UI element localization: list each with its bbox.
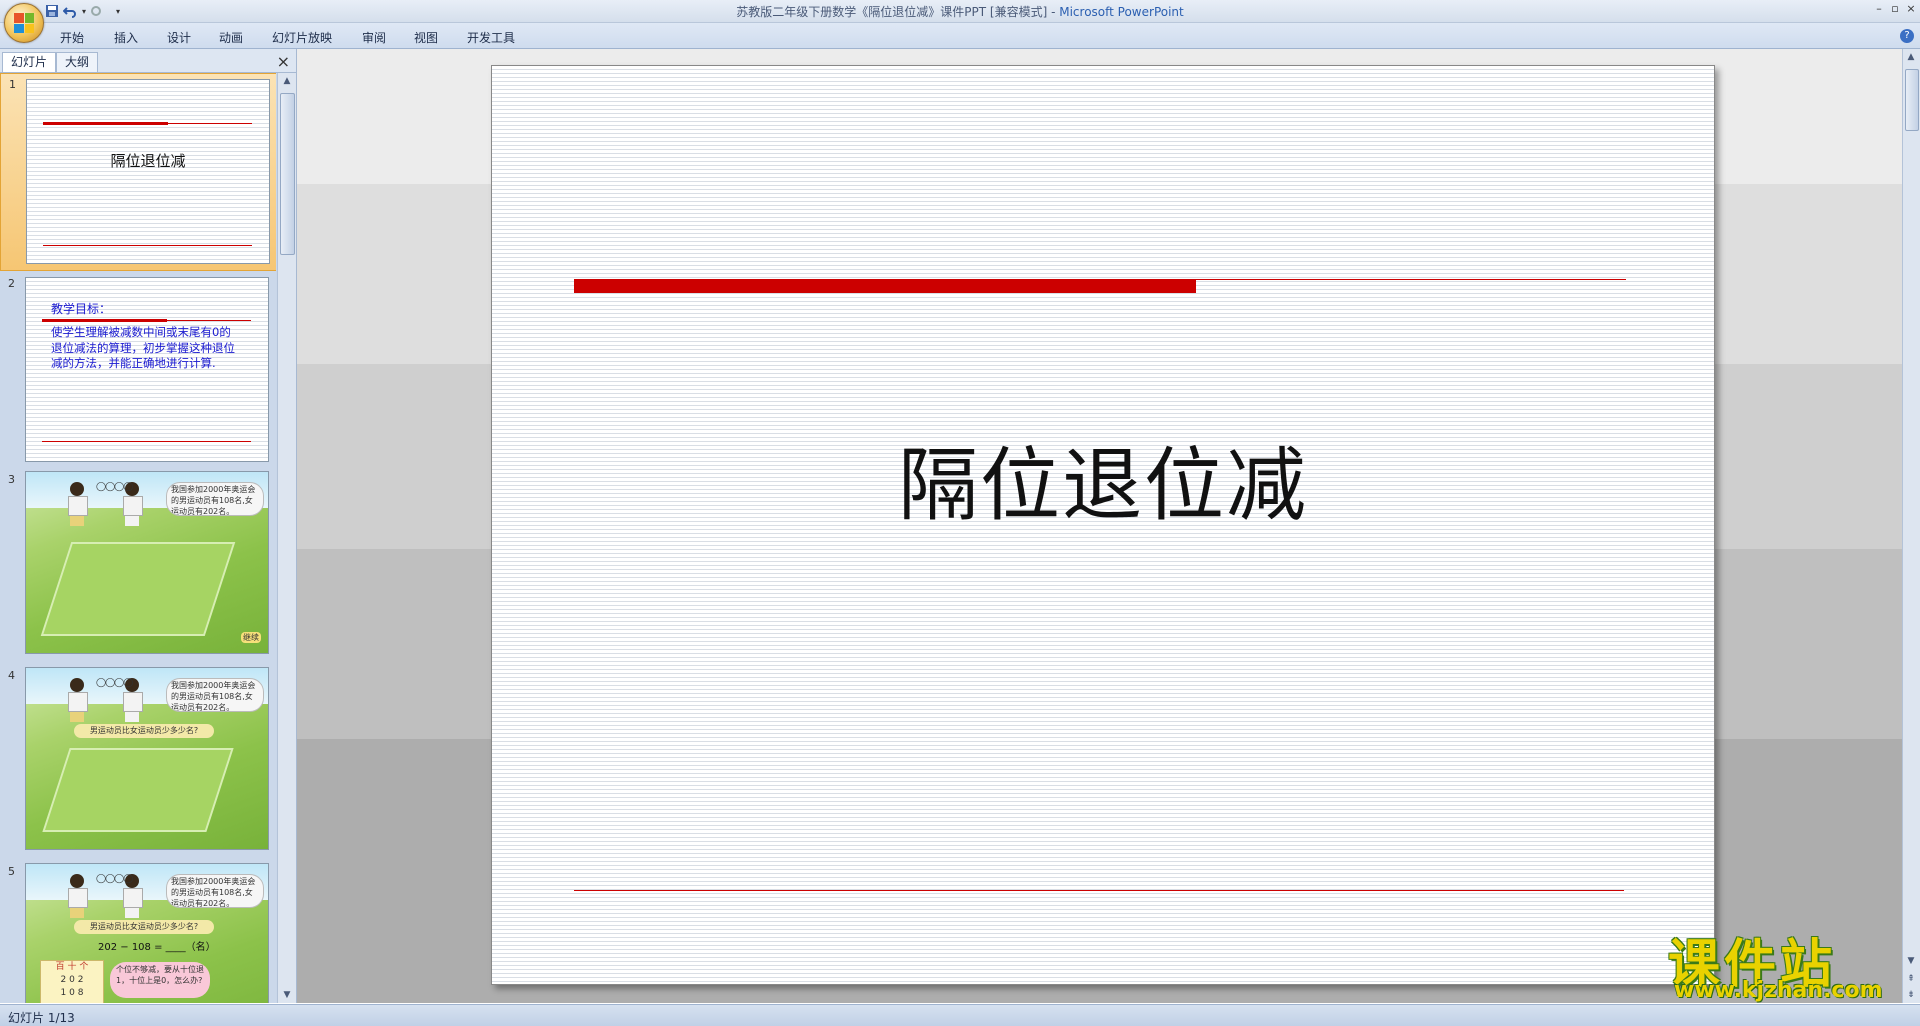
thumbnail-canvas: ◯◯◯◯ 我国参加2000年奥运会的男运动员有108名,女运动员有202名。 男… bbox=[25, 667, 269, 850]
previous-slide-icon[interactable]: ⇞ bbox=[1905, 973, 1917, 985]
slides-pane: 幻灯片 大纲 × 1 隔位退位减 2 教学目标： 使学生理解被减数中间或末尾有0… bbox=[0, 49, 297, 1003]
boy-illustration bbox=[66, 678, 88, 722]
thumbnail-canvas: ◯◯◯◯ 我国参加2000年奥运会的男运动员有108名,女运动员有202名。 男… bbox=[25, 863, 269, 1003]
scroll-up-icon[interactable]: ▲ bbox=[1905, 51, 1917, 63]
slide-number: 3 bbox=[8, 473, 15, 486]
red-line bbox=[43, 245, 252, 246]
tab-review[interactable]: 审阅 bbox=[362, 29, 386, 46]
continue-button: 继续 bbox=[241, 632, 261, 643]
slide-thumbnail-2[interactable]: 2 教学目标： 使学生理解被减数中间或末尾有0的退位减法的算理，初步掌握这种退位… bbox=[0, 273, 276, 463]
office-button[interactable] bbox=[4, 3, 44, 43]
watermark-url: www.kjzhan.com bbox=[1674, 978, 1883, 1003]
question-bubble: 男运动员比女运动员少多少名? bbox=[74, 920, 214, 934]
tab-developer[interactable]: 开发工具 bbox=[467, 29, 515, 46]
red-line bbox=[42, 441, 251, 442]
slide-counter: 幻灯片 1/13 bbox=[8, 1011, 75, 1025]
question-bubble: 男运动员比女运动员少多少名? bbox=[74, 724, 214, 738]
tab-outline[interactable]: 大纲 bbox=[56, 52, 99, 72]
tab-animations[interactable]: 动画 bbox=[219, 29, 243, 46]
help-icon[interactable]: ? bbox=[1900, 29, 1914, 43]
status-bar: 幻灯片 1/13 bbox=[0, 1004, 1920, 1026]
scrollbar-thumb[interactable] bbox=[280, 93, 295, 255]
tab-slides[interactable]: 幻灯片 bbox=[2, 52, 57, 72]
scroll-down-icon[interactable]: ▼ bbox=[1905, 955, 1917, 967]
next-slide-icon[interactable]: ⇟ bbox=[1905, 989, 1917, 1001]
watermark-logo: 课件站 www.kjzhan.com bbox=[1668, 922, 1898, 1003]
tab-insert[interactable]: 插入 bbox=[114, 29, 138, 46]
thumbnail-canvas: ◯◯◯◯ 我国参加2000年奥运会的男运动员有108名,女运动员有202名。 继… bbox=[25, 471, 269, 654]
editor-scrollbar[interactable]: ▲ ▼ ⇞ ⇟ bbox=[1902, 49, 1920, 1003]
close-icon[interactable]: × bbox=[1904, 2, 1918, 16]
thumbnail-heading: 教学目标： bbox=[51, 302, 112, 316]
thumbnail-body: 使学生理解被减数中间或末尾有0的退位减法的算理，初步掌握这种退位减的方法，并能正… bbox=[51, 325, 235, 370]
olympic-rings-icon: ◯◯◯◯ bbox=[96, 874, 133, 884]
slide-canvas[interactable]: 隔位退位减 bbox=[491, 65, 1715, 985]
scrollbar-thumb[interactable] bbox=[1905, 69, 1919, 131]
restore-icon[interactable]: ▫ bbox=[1888, 2, 1902, 16]
slide-number: 1 bbox=[9, 78, 16, 91]
pane-tabs: 幻灯片 大纲 × bbox=[0, 49, 296, 73]
tab-home[interactable]: 开始 bbox=[60, 29, 84, 46]
red-line bbox=[167, 320, 251, 321]
field-illustration bbox=[42, 748, 234, 832]
slide-thumbnail-4[interactable]: 4 ◯◯◯◯ 我国参加2000年奥运会的男运动员有108名,女运动员有202名。… bbox=[0, 665, 276, 855]
title-bar: ▾ ▾ 苏教版二年级下册数学《隔位退位减》课件PPT [兼容模式] - Micr… bbox=[0, 0, 1920, 23]
speech-bubble: 我国参加2000年奥运会的男运动员有108名,女运动员有202名。 bbox=[166, 874, 264, 908]
olympic-rings-icon: ◯◯◯◯ bbox=[96, 482, 133, 492]
ribbon-tab-bar: 开始 插入 设计 动画 幻灯片放映 审阅 视图 开发工具 ? bbox=[0, 23, 1920, 49]
title-red-line bbox=[1196, 279, 1626, 280]
app-name: Microsoft PowerPoint bbox=[1059, 5, 1184, 19]
office-logo-icon bbox=[14, 13, 34, 33]
document-title: 苏教版二年级下册数学《隔位退位减》课件PPT [兼容模式] - bbox=[736, 5, 1056, 19]
slide-number: 2 bbox=[8, 277, 15, 290]
slide-editor: 隔位退位减 bbox=[297, 49, 1902, 1003]
slide-title[interactable]: 隔位退位减 bbox=[492, 421, 1714, 537]
thumbnail-canvas: 隔位退位减 bbox=[26, 79, 270, 264]
boy-illustration bbox=[66, 874, 88, 918]
field-illustration bbox=[40, 542, 236, 636]
table-row: 1 0 8 bbox=[60, 988, 84, 998]
scroll-down-icon[interactable]: ▼ bbox=[281, 989, 293, 1001]
tab-design[interactable]: 设计 bbox=[167, 29, 191, 46]
minimize-icon[interactable]: – bbox=[1872, 2, 1886, 16]
thumbnail-scrollbar[interactable]: ▲ ▼ bbox=[277, 73, 296, 1003]
table-header: 百 十 个 bbox=[55, 962, 89, 972]
red-bar bbox=[42, 319, 167, 322]
thumbnail-list: 1 隔位退位减 2 教学目标： 使学生理解被减数中间或末尾有0的退位减法的算理，… bbox=[0, 73, 276, 1003]
thumbnail-canvas: 教学目标： 使学生理解被减数中间或末尾有0的退位减法的算理，初步掌握这种退位减的… bbox=[25, 277, 269, 462]
olympic-rings-icon: ◯◯◯◯ bbox=[96, 678, 133, 688]
equation-text: 202 − 108 = ____（名） bbox=[98, 942, 216, 953]
footer-red-line bbox=[574, 890, 1624, 891]
slide-thumbnail-3[interactable]: 3 ◯◯◯◯ 我国参加2000年奥运会的男运动员有108名,女运动员有202名。… bbox=[0, 469, 276, 659]
tab-view[interactable]: 视图 bbox=[414, 29, 438, 46]
table-row: 2 0 2 bbox=[60, 975, 84, 985]
place-value-table: 百 十 个 2 0 2 1 0 8 bbox=[40, 960, 104, 1003]
slide-thumbnail-1[interactable]: 1 隔位退位减 bbox=[0, 73, 276, 271]
speech-bubble: 我国参加2000年奥运会的男运动员有108名,女运动员有202名。 bbox=[166, 482, 264, 516]
close-pane-icon[interactable]: × bbox=[277, 52, 290, 71]
speech-bubble: 我国参加2000年奥运会的男运动员有108名,女运动员有202名。 bbox=[166, 678, 264, 712]
slide-number: 4 bbox=[8, 669, 15, 682]
slide-thumbnail-5[interactable]: 5 ◯◯◯◯ 我国参加2000年奥运会的男运动员有108名,女运动员有202名。… bbox=[0, 861, 276, 1003]
red-line bbox=[168, 123, 252, 124]
thumbnail-title: 隔位退位减 bbox=[110, 152, 186, 170]
hint-bubble: 个位不够减，要从十位退1，十位上是0，怎么办? bbox=[110, 962, 210, 998]
boy-illustration bbox=[66, 482, 88, 526]
scroll-up-icon[interactable]: ▲ bbox=[281, 75, 293, 87]
title-red-bar bbox=[574, 279, 1196, 293]
window-title: 苏教版二年级下册数学《隔位退位减》课件PPT [兼容模式] - Microsof… bbox=[0, 3, 1920, 20]
red-bar bbox=[43, 122, 168, 125]
tab-slideshow[interactable]: 幻灯片放映 bbox=[272, 29, 332, 46]
slide-number: 5 bbox=[8, 865, 15, 878]
